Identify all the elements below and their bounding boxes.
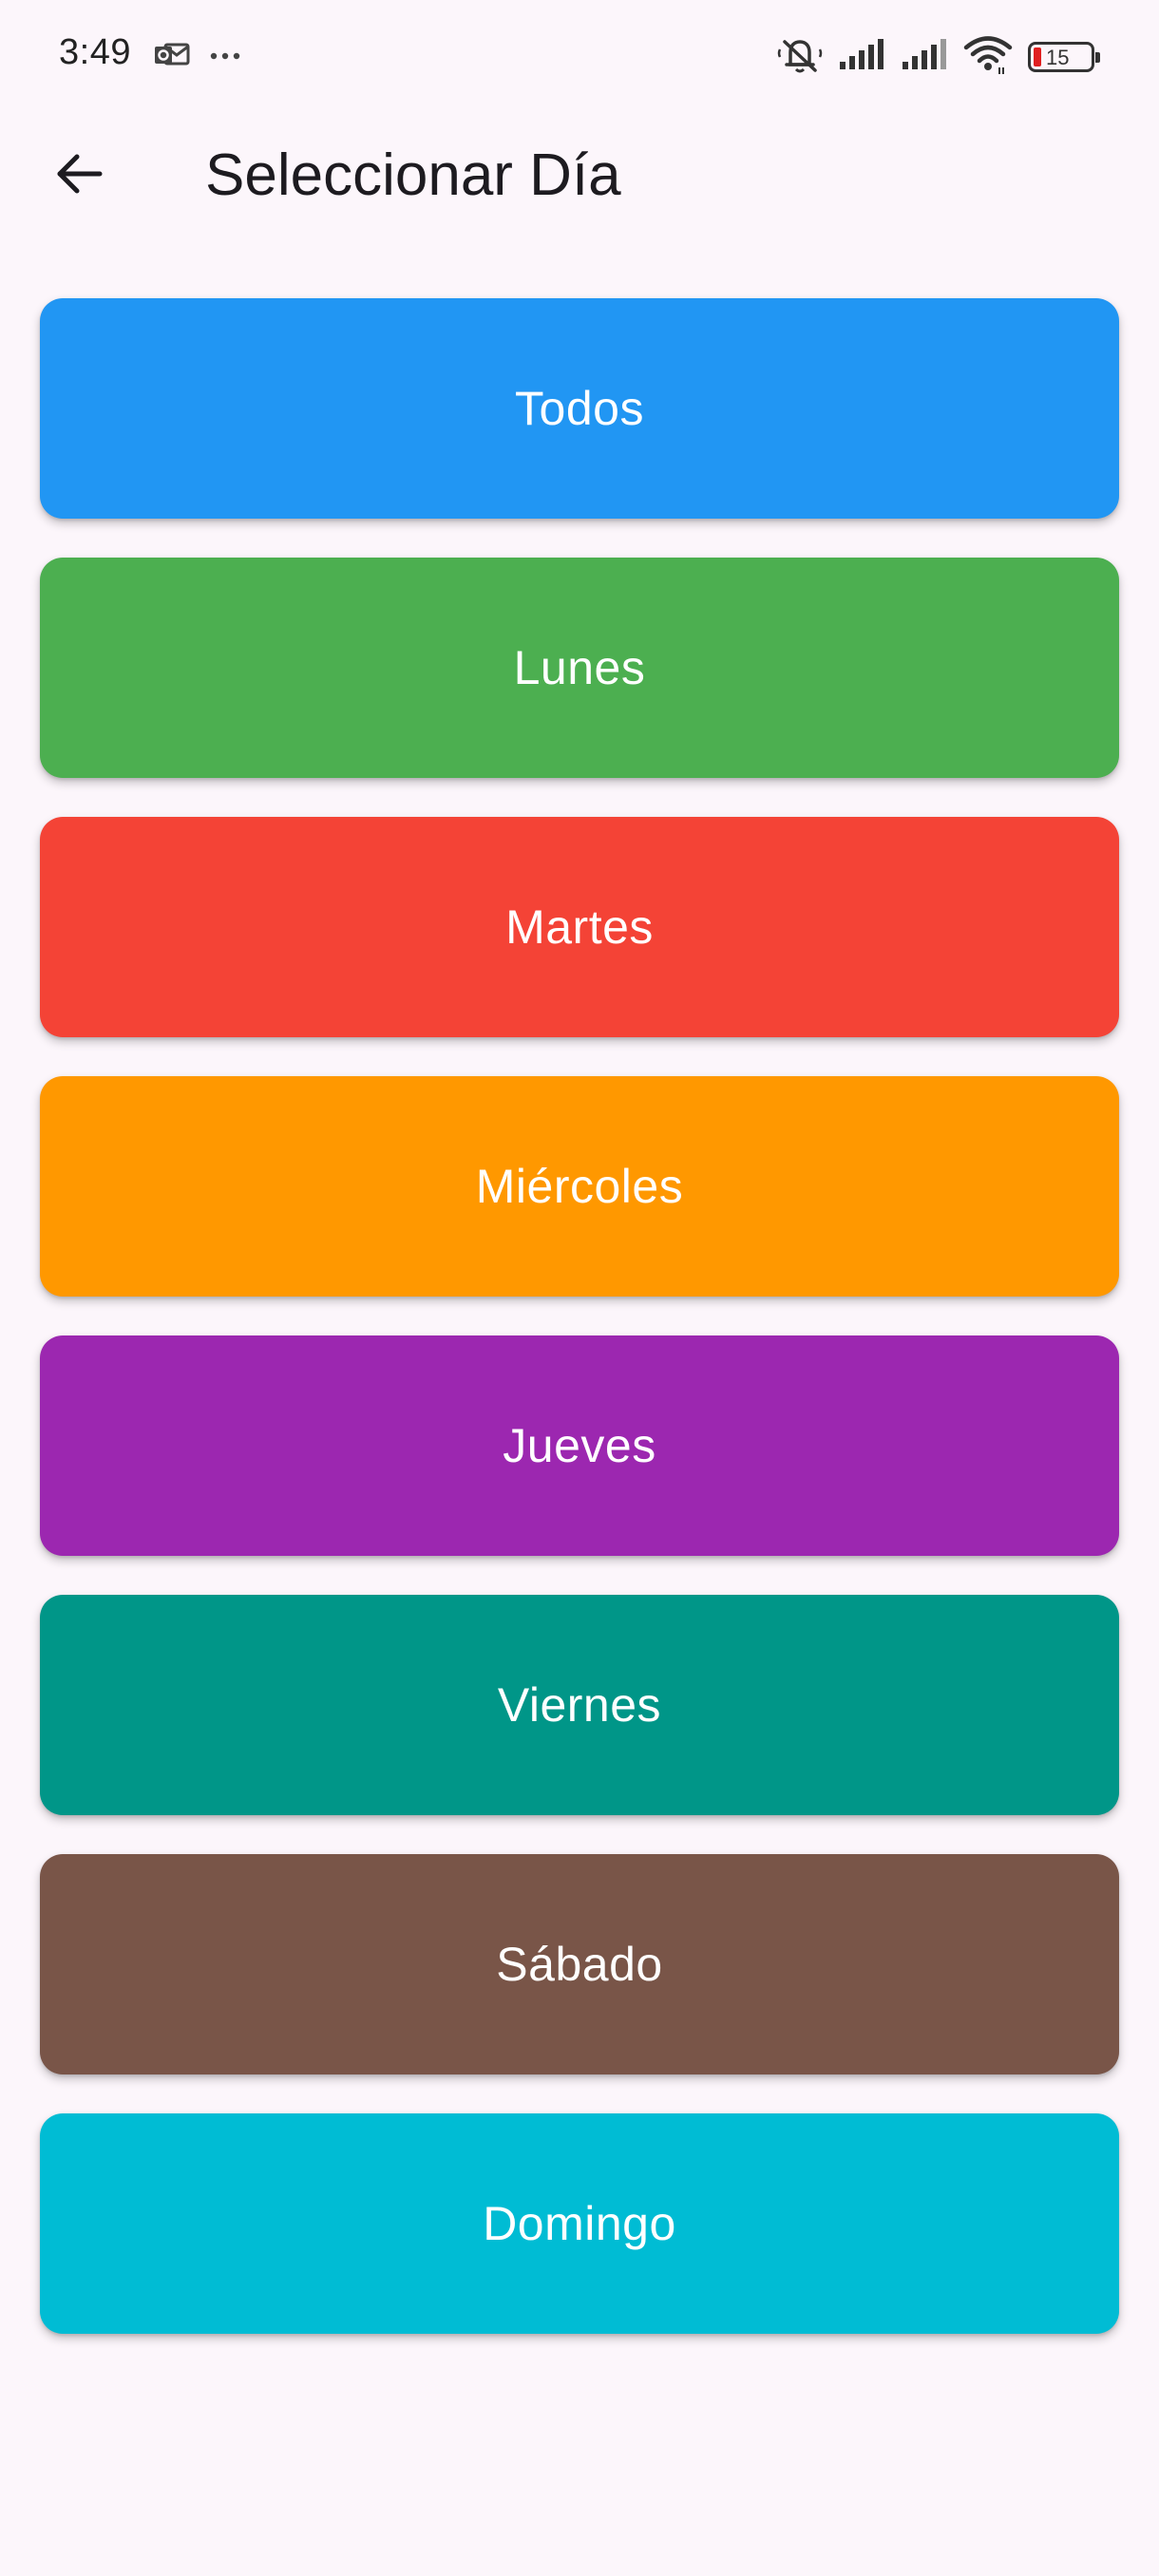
day-button-lunes[interactable]: Lunes (40, 558, 1119, 778)
day-list: Todos Lunes Martes Miércoles Jueves Vier… (40, 298, 1119, 2373)
mute-icon (777, 34, 823, 81)
day-button-martes[interactable]: Martes (40, 817, 1119, 1037)
day-button-viernes[interactable]: Viernes (40, 1595, 1119, 1815)
back-button[interactable] (38, 135, 120, 217)
outlook-notification-icon (154, 41, 190, 74)
status-bar: 3:49 15 (0, 0, 1159, 114)
battery-level: 15 (1046, 46, 1070, 69)
app-bar: Seleccionar Día (0, 114, 1159, 237)
battery-tip (1095, 52, 1100, 63)
status-left-icons (154, 38, 241, 76)
day-button-miercoles[interactable]: Miércoles (40, 1076, 1119, 1297)
signal-icon (901, 38, 948, 76)
status-time: 3:49 (59, 32, 131, 72)
day-button-todos[interactable]: Todos (40, 298, 1119, 519)
battery-icon: 15 (1028, 42, 1100, 72)
arrow-back-icon (52, 147, 105, 205)
day-button-domingo[interactable]: Domingo (40, 2113, 1119, 2334)
wifi-icon (963, 35, 1013, 80)
page-title: Seleccionar Día (205, 142, 621, 208)
day-button-sabado[interactable]: Sábado (40, 1854, 1119, 2074)
more-dots-icon (209, 48, 241, 66)
battery-fill (1034, 47, 1041, 66)
day-button-jueves[interactable]: Jueves (40, 1335, 1119, 1556)
status-right-icons: 15 (777, 34, 1100, 81)
signal-icon (838, 38, 885, 76)
